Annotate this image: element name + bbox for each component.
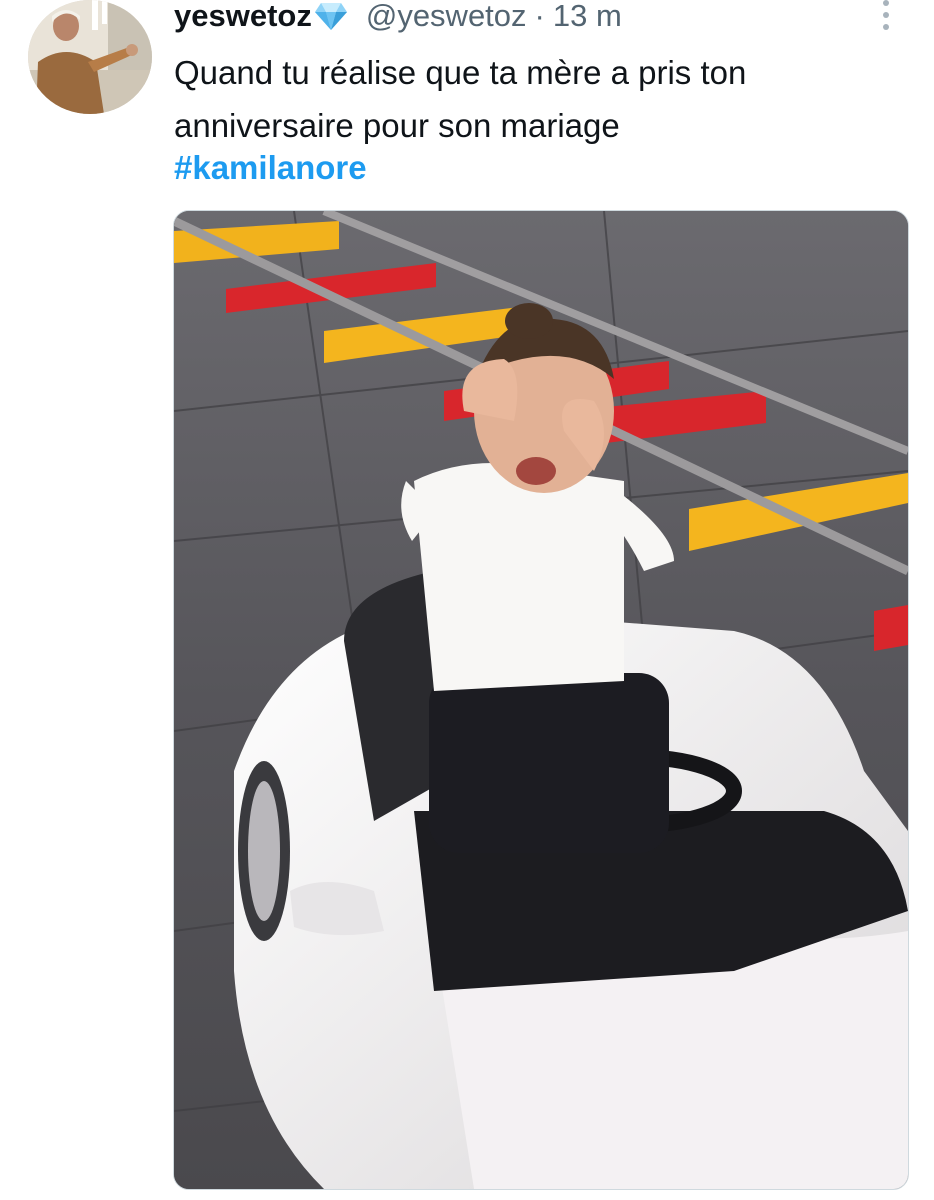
hashtag-link[interactable]: #kamilanore	[174, 149, 367, 187]
diamond-icon	[314, 1, 348, 31]
timestamp[interactable]: 13 m	[553, 0, 622, 34]
dot-3	[883, 24, 889, 30]
more-options-icon[interactable]	[874, 0, 898, 30]
author-display-name[interactable]: yeswetoz	[174, 0, 312, 34]
author-handle[interactable]: @yeswetoz	[366, 0, 527, 34]
tweet-text-line-1: Quand tu réalise que ta mère a pris ton	[174, 54, 747, 91]
tweet[interactable]: yeswetoz @yeswetoz · 13 m Quand tu réali…	[0, 0, 934, 1200]
tweet-media[interactable]	[173, 210, 909, 1190]
tweet-header: yeswetoz @yeswetoz · 13 m	[174, 0, 622, 38]
avatar-image	[28, 0, 152, 114]
media-photo	[174, 211, 908, 1189]
tweet-text: Quand tu réalise que ta mère a pris ton …	[174, 46, 894, 152]
dot-2	[883, 12, 889, 18]
tweet-text-line-2: anniversaire pour son mariage	[174, 107, 620, 144]
separator-dot: ·	[534, 0, 545, 33]
avatar[interactable]	[28, 0, 152, 114]
dot-1	[883, 0, 889, 6]
